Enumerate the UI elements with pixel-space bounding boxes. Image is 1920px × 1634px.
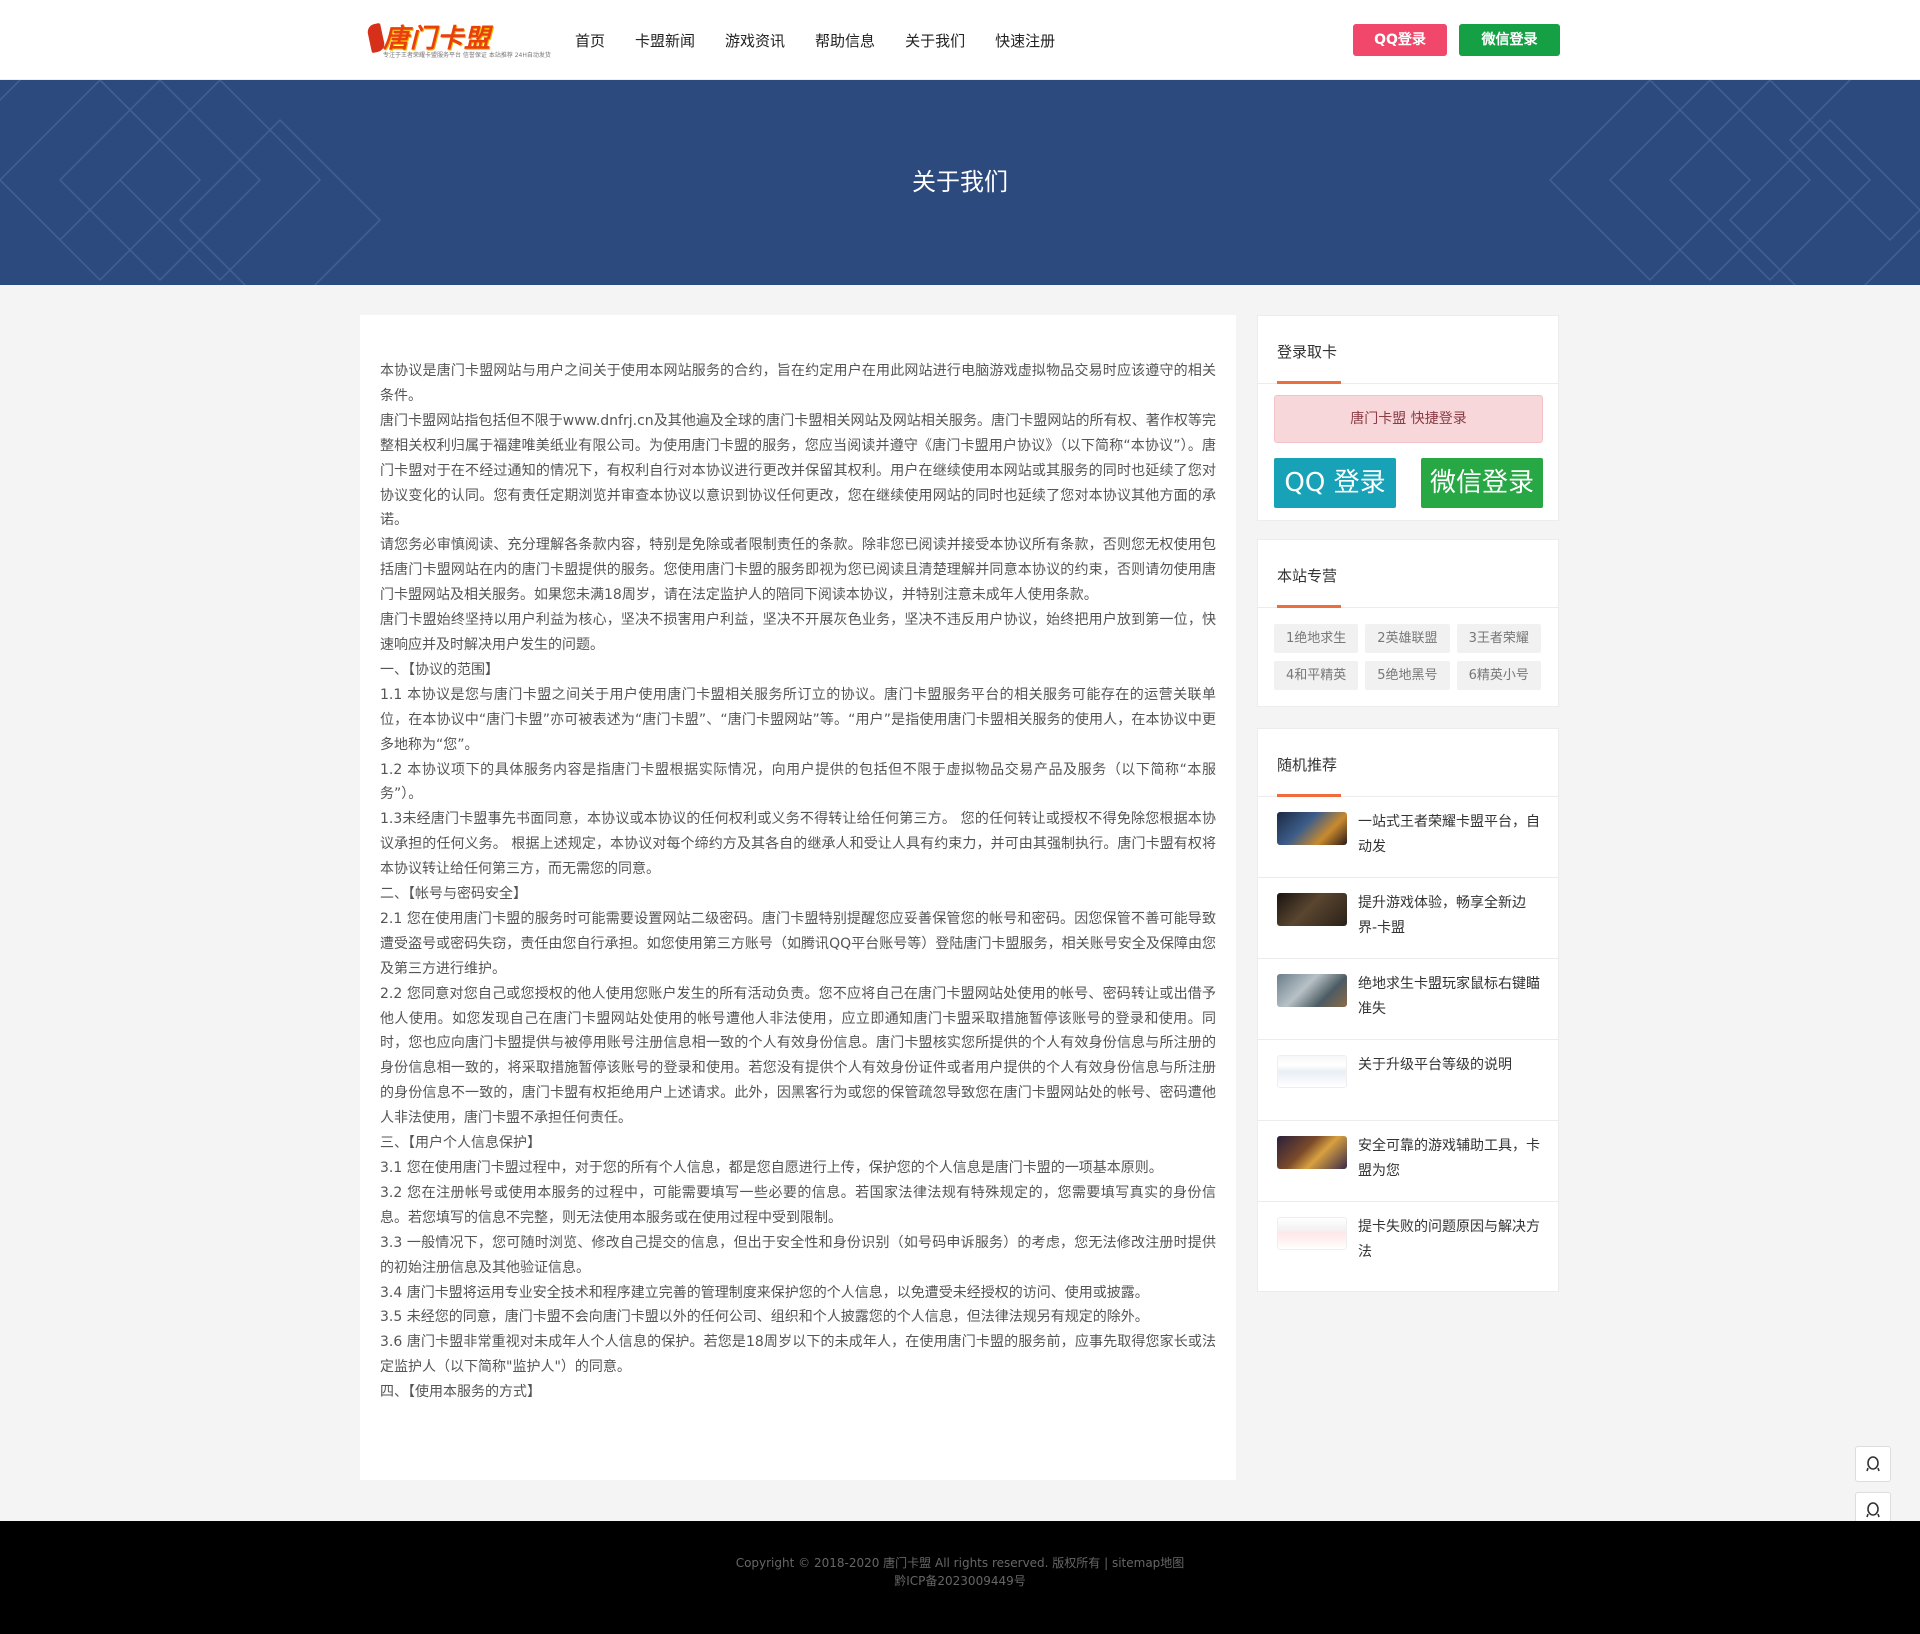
article-content: 本协议是唐门卡盟网站与用户之间关于使用本网站服务的合约，旨在约定用户在用此网站进… — [360, 315, 1236, 1480]
footer-copyright: Copyright © 2018-2020 唐门卡盟 All rights re… — [735, 1556, 1185, 1570]
tag-item[interactable]: 4和平精英 — [1274, 661, 1359, 690]
article-paragraph: 请您务必审慎阅读、充分理解各条款内容，特别是免除或者限制责任的条款。除非您已阅读… — [380, 537, 1216, 604]
qq-icon — [1866, 1456, 1880, 1472]
article-heading: 四、【使用本服务的方式】 — [380, 1384, 541, 1401]
article-paragraph: 2.1 您在使用唐门卡盟的服务时可能需要设置网站二级密码。唐门卡盟特别提醒您应妥… — [380, 910, 1216, 977]
article-thumbnail — [1277, 812, 1347, 845]
article-heading: 三、【用户个人信息保护】 — [380, 1135, 541, 1152]
nav-about[interactable]: 关于我们 — [905, 30, 965, 51]
footer-icp[interactable]: 黔ICP备2023009449号 — [0, 1572, 1920, 1589]
article-paragraph: 2.2 您同意对您自己或您授权的他人使用您账户发生的所有活动负责。您不应将自己在… — [380, 985, 1216, 1127]
list-item[interactable]: 关于升级平台等级的说明 — [1258, 1040, 1558, 1121]
article-thumbnail — [1277, 1055, 1347, 1088]
article-heading: 一、【协议的范围】 — [380, 661, 499, 678]
list-item-title: 一站式王者荣耀卡盟平台，自动发 — [1358, 814, 1540, 855]
article-paragraph: 1.1 本协议是您与唐门卡盟之间关于用户使用唐门卡盟相关服务所订立的协议。唐门卡… — [380, 686, 1216, 753]
tag-item[interactable]: 1绝地求生 — [1274, 624, 1359, 653]
article-paragraph: 1.3未经唐门卡盟事先书面同意，本协议或本协议的任何权利或义务不得转让给任何第三… — [380, 811, 1216, 878]
article-paragraph: 3.3 一般情况下，您可随时浏览、修改自己提交的信息，但出于安全性和身份识别（如… — [380, 1234, 1216, 1276]
tag-list: 1绝地求生 2英雄联盟 3王者荣耀 4和平精英 5绝地黑号 6精英小号 — [1274, 624, 1554, 698]
tag-item[interactable]: 2英雄联盟 — [1365, 624, 1450, 653]
recommend-box-header: 随机推荐 — [1258, 729, 1558, 797]
sidebar-wechat-login-button[interactable]: 微信登录 — [1421, 458, 1543, 508]
article-paragraph: 3.2 您在注册帐号或使用本服务的过程中，可能需要填写一些必要的信息。若国家法律… — [380, 1184, 1216, 1226]
specialty-box: 本站专营 1绝地求生 2英雄联盟 3王者荣耀 4和平精英 5绝地黑号 6精英小号 — [1257, 539, 1559, 707]
recommend-box-title: 随机推荐 — [1277, 756, 1338, 774]
article-paragraph: 3.1 您在使用唐门卡盟过程中，对于您的所有个人信息，都是您自愿进行上传，保护您… — [380, 1160, 1163, 1176]
article-thumbnail — [1277, 1136, 1347, 1169]
list-item[interactable]: 安全可靠的游戏辅助工具，卡盟为您 — [1258, 1121, 1558, 1202]
list-item-title: 绝地求生卡盟玩家鼠标右键瞄准失 — [1358, 976, 1540, 1017]
login-box-title: 登录取卡 — [1277, 343, 1338, 361]
page-title: 关于我们 — [912, 168, 1008, 196]
list-item[interactable]: 绝地求生卡盟玩家鼠标右键瞄准失 — [1258, 959, 1558, 1040]
nav-news[interactable]: 卡盟新闻 — [635, 30, 695, 51]
article-paragraph: 3.4 唐门卡盟将运用专业安全技术和程序建立完善的管理制度来保护您的个人信息，以… — [380, 1284, 1149, 1301]
article-paragraph: 3.6 唐门卡盟非常重视对未成年人个人信息的保护。若您是18周岁以下的未成年人，… — [380, 1334, 1216, 1376]
quick-login-notice: 唐门卡盟 快捷登录 — [1274, 395, 1543, 443]
nav-register[interactable]: 快速注册 — [995, 30, 1055, 51]
article-paragraph: 3.5 未经您的同意，唐门卡盟不会向唐门卡盟以外的任何公司、组织和个人披露您的个… — [380, 1309, 1149, 1326]
logo-subtitle: 专注于王者荣耀卡盟服务平台 信誉保证 本站推荐 24H自动发货 — [383, 52, 551, 59]
nav-game-info[interactable]: 游戏资讯 — [725, 30, 785, 51]
list-item-title: 提卡失败的问题原因与解决方法 — [1358, 1219, 1540, 1260]
article-thumbnail — [1277, 974, 1347, 1007]
login-box: 登录取卡 唐门卡盟 快捷登录 QQ 登录 微信登录 — [1257, 315, 1559, 521]
list-item[interactable]: 提卡失败的问题原因与解决方法 — [1258, 1202, 1558, 1283]
list-item-title: 关于升级平台等级的说明 — [1358, 1057, 1512, 1073]
site-header: 唐门卡盟 专注于王者荣耀卡盟服务平台 信誉保证 本站推荐 24H自动发货 首页 … — [0, 0, 1920, 80]
article-thumbnail — [1277, 893, 1347, 926]
nav-help[interactable]: 帮助信息 — [815, 30, 875, 51]
sidebar-qq-login-button[interactable]: QQ 登录 — [1274, 458, 1396, 508]
list-item[interactable]: 一站式王者荣耀卡盟平台，自动发 — [1258, 797, 1558, 878]
qq-contact-button[interactable] — [1855, 1446, 1891, 1482]
list-item[interactable]: 提升游戏体验，畅享全新边界-卡盟 — [1258, 878, 1558, 959]
tag-item[interactable]: 6精英小号 — [1456, 661, 1541, 690]
list-item-title: 安全可靠的游戏辅助工具，卡盟为您 — [1358, 1138, 1540, 1179]
nav-home[interactable]: 首页 — [575, 30, 605, 51]
article-paragraph: 唐门卡盟始终坚持以用户利益为核心，坚决不损害用户利益，坚决不开展灰色业务，坚决不… — [380, 612, 1216, 653]
page-banner: 关于我们 — [0, 80, 1920, 285]
article-paragraph: 唐门卡盟网站指包括但不限于www.dnfrj.cn及其他遍及全球的唐门卡盟相关网… — [380, 412, 1216, 529]
main-nav: 首页 卡盟新闻 游戏资讯 帮助信息 关于我们 快速注册 — [575, 30, 1085, 51]
specialty-box-header: 本站专营 — [1258, 540, 1558, 608]
title-underline — [1277, 605, 1341, 608]
article-paragraph: 本协议是唐门卡盟网站与用户之间关于使用本网站服务的合约，旨在约定用户在用此网站进… — [380, 363, 1216, 404]
specialty-box-title: 本站专营 — [1277, 567, 1338, 585]
article-heading: 二、【帐号与密码安全】 — [380, 886, 527, 903]
recommend-box: 随机推荐 一站式王者荣耀卡盟平台，自动发 提升游戏体验，畅享全新边界-卡盟 绝地… — [1257, 728, 1559, 1292]
article-paragraph: 1.2 本协议项下的具体服务内容是指唐门卡盟根据实际情况，向用户提供的包括但不限… — [380, 761, 1216, 803]
site-footer: Copyright © 2018-2020 唐门卡盟 All rights re… — [0, 1521, 1920, 1634]
login-box-header: 登录取卡 — [1258, 316, 1558, 384]
list-item-title: 提升游戏体验，畅享全新边界-卡盟 — [1358, 895, 1526, 936]
title-underline — [1277, 381, 1341, 384]
qq-icon — [1866, 1502, 1880, 1518]
tag-item[interactable]: 5绝地黑号 — [1365, 661, 1450, 690]
wechat-login-button[interactable]: 微信登录 — [1459, 24, 1560, 56]
article-thumbnail — [1277, 1217, 1347, 1250]
qq-login-button[interactable]: QQ登录 — [1353, 24, 1447, 56]
recommend-list: 一站式王者荣耀卡盟平台，自动发 提升游戏体验，畅享全新边界-卡盟 绝地求生卡盟玩… — [1258, 797, 1558, 1283]
site-logo[interactable]: 唐门卡盟 专注于王者荣耀卡盟服务平台 信誉保证 本站推荐 24H自动发货 — [366, 18, 551, 60]
tag-item[interactable]: 3王者荣耀 — [1456, 624, 1541, 653]
